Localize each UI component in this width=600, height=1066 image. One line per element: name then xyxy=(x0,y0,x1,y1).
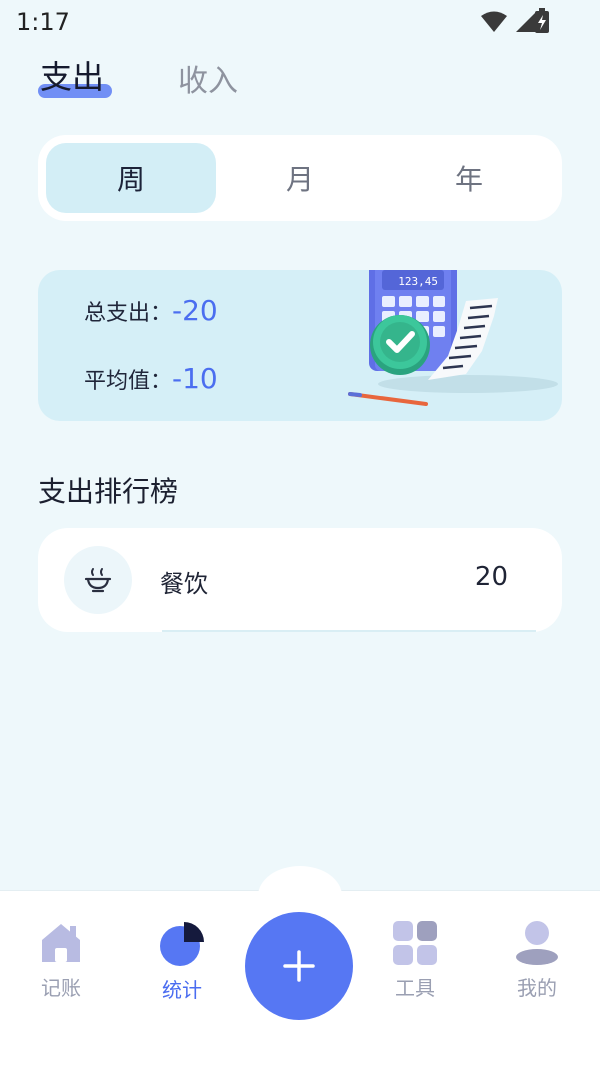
summary-card: 总支出：-20 平均值：-10 123,45 xyxy=(38,270,562,421)
divider xyxy=(162,630,536,632)
add-button[interactable] xyxy=(245,912,353,1020)
nav-label-record: 记账 xyxy=(41,976,81,1000)
nav-item-mine[interactable]: 我的 xyxy=(492,920,582,1001)
average-label: 平均值： xyxy=(84,369,173,394)
ranking-title: 支出排行榜 xyxy=(38,475,179,508)
tab-expense-label: 支出 xyxy=(40,58,105,96)
nav-label-tools: 工具 xyxy=(395,976,435,1000)
total-expense-row: 总支出：-20 xyxy=(84,294,218,327)
total-expense-value: -20 xyxy=(172,294,218,327)
pie-chart-icon xyxy=(160,922,204,966)
tab-expense[interactable]: 支出 xyxy=(38,52,112,98)
status-bar: 1:17 xyxy=(0,0,600,48)
battery-charging-icon xyxy=(535,8,549,33)
period-switch: 周 月 年 xyxy=(38,135,562,221)
user-icon xyxy=(516,921,558,965)
period-year[interactable]: 年 xyxy=(384,143,554,213)
nav-label-mine: 我的 xyxy=(517,976,557,1000)
nav-item-record[interactable]: 记账 xyxy=(16,920,106,1001)
calculator-display: 123,45 xyxy=(398,275,438,288)
calculator-illustration: 123,45 xyxy=(348,270,558,406)
tab-income[interactable]: 收入 xyxy=(178,56,238,100)
plus-icon xyxy=(283,950,315,982)
status-icons xyxy=(480,10,538,34)
period-month[interactable]: 月 xyxy=(215,143,385,213)
grid-icon xyxy=(393,921,437,965)
bowl-icon xyxy=(84,568,112,593)
category-amount: 20 xyxy=(474,562,508,592)
nav-item-stats[interactable]: 统计 xyxy=(137,920,227,1003)
nav-label-stats: 统计 xyxy=(162,978,202,1002)
period-week[interactable]: 周 xyxy=(46,143,216,213)
average-value: -10 xyxy=(172,362,218,395)
average-row: 平均值：-10 xyxy=(84,362,218,395)
category-icon-wrap xyxy=(64,546,132,614)
nav-item-tools[interactable]: 工具 xyxy=(370,920,460,1001)
status-time: 1:17 xyxy=(16,8,70,36)
wifi-icon xyxy=(481,11,507,32)
list-item[interactable]: 餐饮 20 xyxy=(38,528,562,632)
total-expense-label: 总支出： xyxy=(84,301,173,326)
home-icon xyxy=(42,924,80,962)
category-name: 餐饮 xyxy=(160,570,208,598)
